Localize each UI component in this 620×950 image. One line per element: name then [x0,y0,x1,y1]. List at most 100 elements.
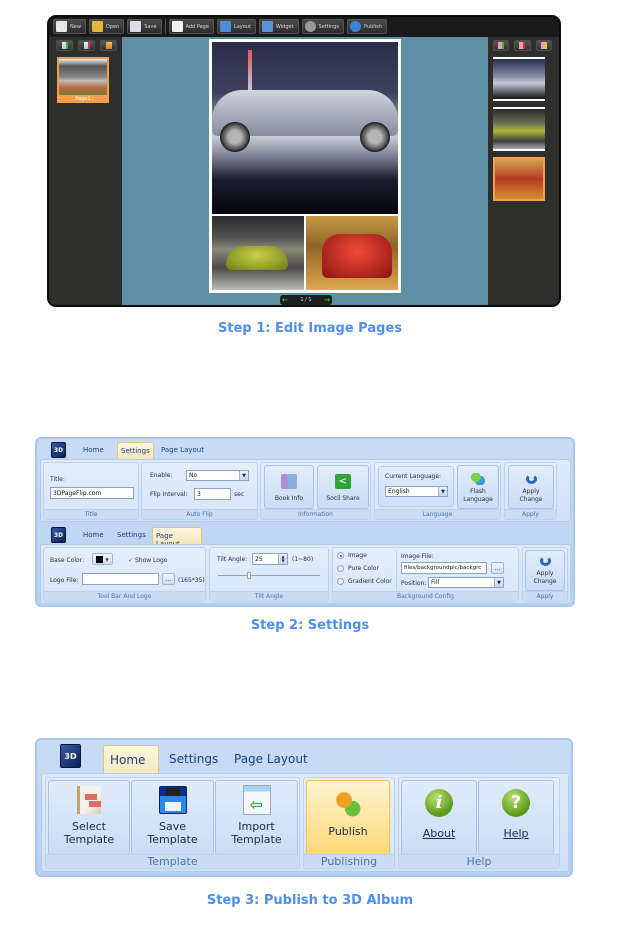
add-image-tool[interactable] [493,40,510,51]
book-info-button[interactable]: Book Info [264,465,314,509]
flip-interval-input[interactable]: 3 [194,488,231,500]
open-button[interactable]: Open [88,19,125,34]
publish-button[interactable]: Publish [306,780,390,855]
auto-flip-group: Enable: No ▼ Flip Interval: 3 sec Auto Fl… [141,462,258,520]
publish-button[interactable]: Publish [347,19,387,34]
save-icon [130,21,142,32]
about-label: About [422,827,456,840]
widget-button[interactable]: Widget [258,19,299,34]
tab-settings[interactable]: Settings [117,531,146,539]
home-ribbon-window: 3D Home Settings Page Layout Select Temp… [35,738,573,877]
green-sports-car-image[interactable] [212,216,304,290]
add-page-icon [61,42,68,49]
social-share-button[interactable]: < Socil Share [317,465,369,509]
tilt-angle-spinner[interactable]: 25 ▲ ▼ [252,553,288,565]
position-select[interactable]: Fill ▼ [428,577,504,588]
bg-option-label: Image [348,552,367,559]
save-template-button[interactable]: Save Template [131,780,214,855]
apply-group-label: Apply [523,591,567,601]
add-page-button[interactable]: Add Page [168,19,214,34]
logo-browse-button[interactable]: ... [162,573,175,585]
tab-page-layout[interactable]: Page Layout [234,752,308,766]
step1-caption: Step 1: Edit Image Pages [218,321,402,336]
radio-unselected[interactable] [337,578,344,585]
app-logo-3d[interactable]: 3D [60,744,81,768]
new-file-icon [56,21,67,32]
flash-language-button[interactable]: Flash Language [457,465,499,509]
select-template-button[interactable]: Select Template [48,780,130,855]
base-color-picker[interactable]: ▼ [92,553,113,565]
chat-bubbles-icon [471,473,485,485]
image-thumbnail-selected[interactable] [493,157,545,201]
publishing-group-label: Publishing [304,854,394,868]
wheel-shape [220,122,250,152]
app-logo-3d[interactable]: 3D [51,442,66,458]
images-panel [490,37,555,305]
image-file-input[interactable]: files/backgroundpic/backgrc [401,562,487,574]
silver-mini-car-image[interactable] [212,42,398,214]
tab-page-layout[interactable]: Page Layout [152,527,202,548]
interval-unit: sec [234,491,245,498]
title-label: Title: [50,476,65,483]
radio-unselected[interactable] [337,565,344,572]
logo-file-input[interactable] [82,573,159,585]
background-config-group: Image Pure Color Gradient Color Image Fi… [332,547,519,602]
widget-icon [261,21,273,32]
current-language-label: Current Language: [385,473,442,480]
car-body-shape [226,246,288,270]
spinner-arrows-icon[interactable]: ▲ ▼ [278,554,287,564]
tab-settings[interactable]: Settings [169,752,218,766]
tab-home[interactable]: Home [83,531,104,539]
layout-button[interactable]: Layout [216,19,256,34]
title-input[interactable]: 3DPageFlip.com [50,487,134,499]
publish-label: Publish [328,825,368,838]
image-thumbnail[interactable] [493,107,545,151]
radio-selected[interactable] [337,552,344,559]
floppy-disk-icon [158,786,187,814]
save-button[interactable]: Save [127,19,162,34]
add-page-tool[interactable] [56,40,73,51]
about-button[interactable]: i About [401,780,477,855]
image-browse-button[interactable]: ... [491,562,504,574]
page-properties-tool[interactable] [100,40,117,51]
import-template-button[interactable]: ⇦ Import Template [215,780,298,855]
tilt-slider-thumb[interactable] [247,572,251,579]
chevron-down-icon: ▼ [239,471,248,480]
app-logo-3d[interactable]: 3D [51,527,66,543]
tilt-angle-value: 25 [255,555,263,563]
delete-page-tool[interactable] [78,40,95,51]
info-icon: i [425,789,453,817]
red-mini-car-image[interactable] [306,216,398,290]
prev-page-arrow-icon[interactable]: ← [282,296,288,304]
show-logo-checkbox[interactable]: ✓ Show Logo [128,557,167,564]
tab-home[interactable]: Home [103,745,159,774]
page-thumbnail[interactable]: Page1 [57,57,109,103]
tab-page-layout[interactable]: Page Layout [161,446,204,454]
tab-settings[interactable]: Settings [117,442,154,459]
page-properties-icon [105,42,112,49]
apply-change-button[interactable]: Apply Change [525,550,565,591]
apply-change-label: Apply Change [519,488,543,503]
background-config-group-label: Background Config [333,591,518,601]
page-navigator: ← 1 / 1 → [280,295,332,305]
help-button[interactable]: ? Help [478,780,554,855]
bg-option-label: Pure Color [348,565,379,572]
tilt-angle-label: Tilt Angle: [217,556,248,563]
image-properties-tool[interactable] [535,40,552,51]
language-select-value: English [388,488,410,495]
next-page-arrow-icon[interactable]: → [324,296,330,304]
wheel-shape [360,122,390,152]
page-thumbnail-label: Page1 [75,96,91,102]
apply-change-button[interactable]: Apply Change [508,465,554,509]
enable-select[interactable]: No ▼ [186,470,249,481]
image-thumbnail[interactable] [493,57,545,101]
tilt-slider-track[interactable] [218,575,320,576]
new-button[interactable]: New [53,19,86,34]
help-label: Help [503,827,529,840]
car-body-shape [322,234,392,278]
delete-image-tool[interactable] [514,40,531,51]
position-label: Position: [401,580,427,587]
tab-home[interactable]: Home [83,446,104,454]
language-select[interactable]: English ▼ [385,486,448,497]
settings-button[interactable]: Settings [301,19,345,34]
